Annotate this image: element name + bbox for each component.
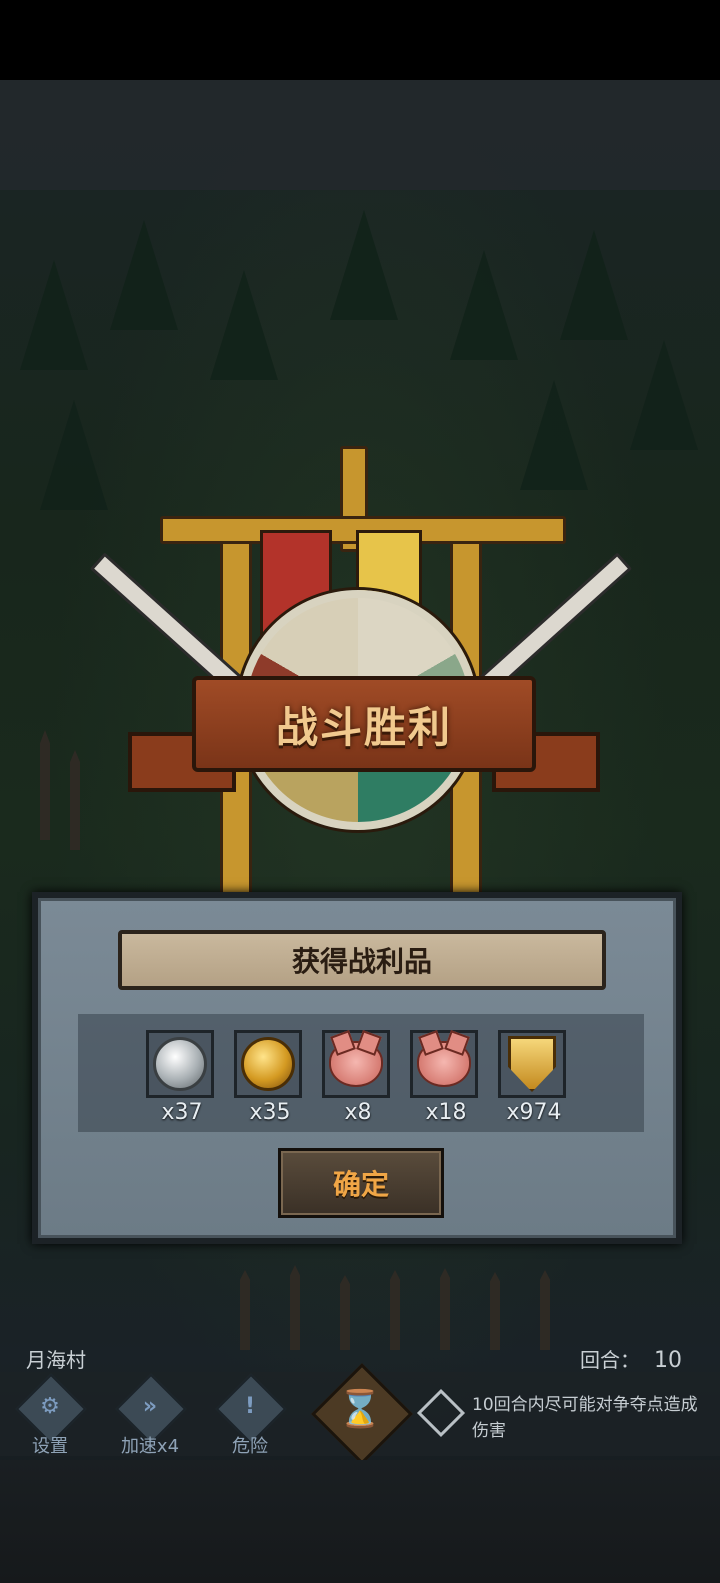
loot-item[interactable]: x37 (146, 1030, 218, 1125)
victory-emblem: 战斗胜利 (89, 440, 633, 906)
fence-post (70, 750, 80, 850)
exclamation-icon: ! (244, 1394, 256, 1419)
fence-post (40, 730, 50, 840)
loot-item-qty: x37 (161, 1100, 203, 1125)
pine-tree (110, 220, 178, 330)
loot-header: 获得战利品 (118, 930, 606, 990)
victory-title: 战斗胜利 (275, 702, 452, 752)
fence-post (390, 1270, 400, 1350)
loot-item-qty: x35 (249, 1100, 291, 1125)
loot-item[interactable]: x974 (498, 1030, 570, 1125)
shield-crest-icon (508, 1036, 556, 1092)
loot-item[interactable]: x18 (410, 1030, 482, 1125)
loot-item-list: x37 x35 x8 x18 x974 (78, 1014, 644, 1132)
pine-tree (450, 250, 518, 360)
end-turn-button[interactable]: ⌛ (311, 1363, 413, 1465)
pine-tree (630, 340, 698, 450)
pine-tree (210, 270, 278, 380)
fog-band-top (0, 80, 720, 190)
fence-post (240, 1270, 250, 1350)
fence-post (290, 1265, 300, 1350)
objective-text: 10回合内尽可能对争夺点造成伤害 (472, 1395, 698, 1441)
danger-button[interactable]: ! 危险 (210, 1373, 290, 1457)
pine-tree (330, 210, 398, 320)
round-label: 回合： (580, 1348, 640, 1372)
pine-tree (40, 400, 108, 510)
silver-coin-icon (153, 1037, 207, 1091)
pine-tree (20, 260, 88, 370)
loot-item-qty: x18 (425, 1100, 467, 1125)
bottom-area (0, 1460, 720, 1583)
settings-label: 设置 (32, 1436, 68, 1457)
settings-button[interactable]: ⚙ 设置 (10, 1373, 90, 1457)
loot-item-slot (498, 1030, 566, 1098)
confirm-label: 确定 (332, 1168, 389, 1201)
location-name: 月海村 (26, 1348, 86, 1372)
danger-label: 危险 (232, 1436, 268, 1457)
fence-post (490, 1272, 500, 1350)
round-value: 10 (654, 1348, 682, 1373)
speed-label: 加速x4 (120, 1436, 180, 1457)
loot-item-qty: x8 (344, 1100, 372, 1125)
loot-item-slot (146, 1030, 214, 1098)
loot-title: 获得战利品 (291, 945, 432, 978)
loot-item[interactable]: x8 (322, 1030, 394, 1125)
gold-coin-icon (241, 1037, 295, 1091)
loot-item[interactable]: x35 (234, 1030, 306, 1125)
loot-item-slot (322, 1030, 390, 1098)
loot-item-slot (234, 1030, 302, 1098)
loot-dialog: 获得战利品 x37 x35 x8 x18 x974 确定 (32, 892, 682, 1244)
hourglass-icon: ⌛ (337, 1389, 383, 1430)
pig-icon (329, 1041, 383, 1087)
loot-item-slot (410, 1030, 478, 1098)
fence-post (340, 1275, 350, 1350)
fence-post (440, 1268, 450, 1350)
loot-item-qty: x974 (506, 1100, 562, 1125)
pig-icon (417, 1041, 471, 1087)
speed-button[interactable]: » 加速x4 (110, 1373, 190, 1457)
pine-tree (560, 230, 628, 340)
fast-forward-icon: » (142, 1394, 158, 1419)
gear-icon: ⚙ (40, 1394, 60, 1419)
round-counter: 回合： 10 (580, 1344, 682, 1373)
status-bar-area (0, 0, 720, 80)
victory-banner: 战斗胜利 (192, 676, 536, 772)
confirm-button[interactable]: 确定 (278, 1148, 444, 1218)
fence-post (540, 1270, 550, 1350)
